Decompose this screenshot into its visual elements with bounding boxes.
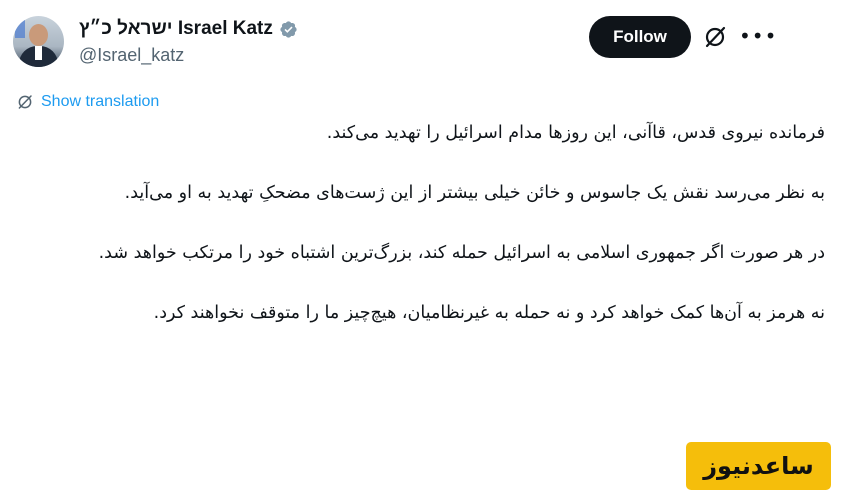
grok-icon[interactable] <box>703 25 727 49</box>
author-display-name[interactable]: ישראל כ״ץ Israel Katz <box>79 18 273 40</box>
show-translation-link[interactable]: Show translation <box>16 93 159 111</box>
verified-badge-icon <box>280 20 297 38</box>
tweet-paragraph-2: به نظر می‌رسد نقش یک جاسوس و خائن خیلی ب… <box>124 183 825 203</box>
tweet-paragraph-3: در هر صورت اگر جمهوری اسلامی به اسرائیل … <box>98 243 825 263</box>
translate-icon <box>18 95 32 109</box>
avatar[interactable] <box>13 16 64 67</box>
avatar-flag <box>15 20 25 38</box>
tweet-text: فرمانده نیروی قدس، قاآنی، این روزها مدام… <box>25 118 825 328</box>
avatar-head <box>29 24 48 46</box>
show-translation-label: Show translation <box>41 93 160 110</box>
watermark-logo: ساعدنیوز <box>686 442 831 490</box>
avatar-shirt <box>35 46 42 60</box>
tweet-paragraph-1: فرمانده نیروی قدس، قاآنی، این روزها مدام… <box>326 123 825 143</box>
more-options-icon[interactable]: ••• <box>739 26 776 46</box>
author-handle[interactable]: @Israel_katz <box>79 45 184 66</box>
tweet-paragraph-4: نه هرمز به آن‌ها کمک خواهد کرد و نه حمله… <box>153 303 825 323</box>
author-name-row: ישראל כ״ץ Israel Katz <box>79 17 298 41</box>
follow-button[interactable]: Follow <box>589 16 691 58</box>
